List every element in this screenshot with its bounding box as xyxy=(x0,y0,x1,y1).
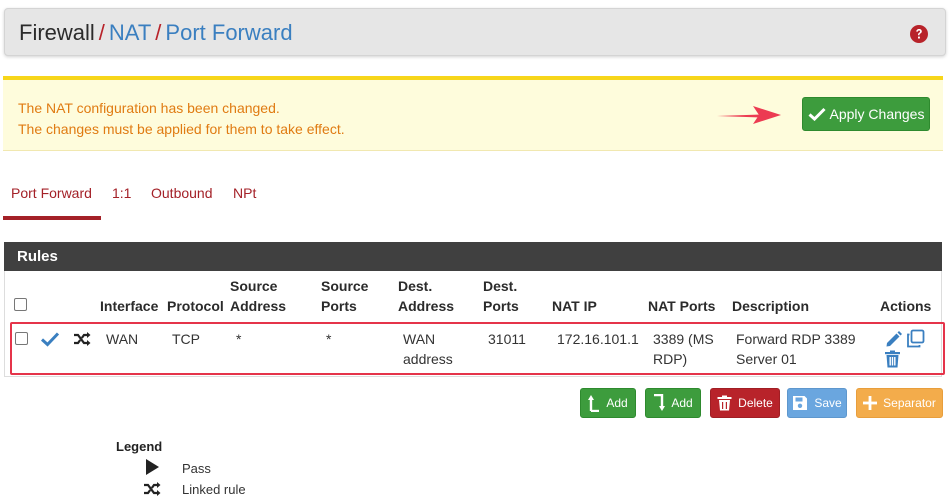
column-header-source-address-line2[interactable]: Address xyxy=(230,296,286,316)
delete-button[interactable]: Delete xyxy=(710,388,780,418)
plus-icon xyxy=(863,396,878,410)
rule-dest-ports: 31011 xyxy=(488,331,526,347)
row-select-checkbox[interactable] xyxy=(15,332,28,345)
add-to-top-button[interactable]: Add xyxy=(580,388,636,418)
legend-pass-label: Pass xyxy=(182,461,211,476)
column-header-dest-address-line2[interactable]: Address xyxy=(398,296,454,316)
rule-nat-ip: 172.16.101.1 xyxy=(557,331,639,347)
rule-source-ports: * xyxy=(326,331,332,347)
alert-message-line1: The NAT configuration has been changed. xyxy=(18,100,280,116)
check-icon xyxy=(808,107,826,121)
breadcrumb-separator: / xyxy=(155,20,162,45)
tab-npt[interactable]: NPt xyxy=(233,185,256,201)
add-separator-label: Separator xyxy=(883,396,936,410)
edit-pencil-icon[interactable] xyxy=(884,330,903,349)
legend-title: Legend xyxy=(116,439,163,454)
alert-message-line2: The changes must be applied for them to … xyxy=(18,121,345,137)
rule-protocol: TCP xyxy=(172,331,200,347)
apply-changes-label: Apply Changes xyxy=(829,106,925,122)
tab-port-forward[interactable]: Port Forward xyxy=(11,185,92,201)
column-header-interface[interactable]: Interface xyxy=(100,296,158,316)
arrow-down-icon xyxy=(654,394,666,411)
legend-linked-rule-label: Linked rule xyxy=(182,482,246,497)
trash-icon xyxy=(717,395,732,411)
delete-label: Delete xyxy=(738,396,773,410)
page-header: Firewall / NAT / Port Forward xyxy=(4,8,946,56)
breadcrumb-separator: / xyxy=(98,20,105,45)
save-label: Save xyxy=(814,396,842,410)
column-header-source-address-line1[interactable]: Source xyxy=(230,276,277,296)
save-button[interactable]: Save xyxy=(787,388,847,418)
breadcrumb-firewall: Firewall xyxy=(19,20,95,45)
tab-one-to-one[interactable]: 1:1 xyxy=(112,185,131,201)
column-header-source-ports-line2[interactable]: Ports xyxy=(321,296,357,316)
config-changed-alert: The NAT configuration has been changed. … xyxy=(3,76,943,151)
breadcrumb-nat-link[interactable]: NAT xyxy=(109,20,151,45)
rule-description-line1: Forward RDP 3389 xyxy=(736,331,856,347)
copy-icon[interactable] xyxy=(906,329,925,348)
rule-description-line2: Server 01 xyxy=(736,351,797,367)
red-arrow-icon xyxy=(717,106,781,124)
add-to-top-label: Add xyxy=(606,396,628,410)
linked-rule-shuffle-icon xyxy=(144,482,161,496)
breadcrumb-port-forward-link[interactable]: Port Forward xyxy=(165,20,292,45)
column-header-protocol[interactable]: Protocol xyxy=(167,296,224,316)
add-to-bottom-button[interactable]: Add xyxy=(645,388,701,418)
rule-interface: WAN xyxy=(106,331,139,347)
apply-changes-button[interactable]: Apply Changes xyxy=(802,97,930,131)
select-all-checkbox[interactable] xyxy=(14,298,27,311)
rule-nat-ports-line1: 3389 (MS xyxy=(653,331,714,347)
help-icon[interactable] xyxy=(909,24,929,44)
add-to-bottom-label: Add xyxy=(671,396,693,410)
rule-dest-address-line1: WAN xyxy=(403,331,436,347)
tab-outbound[interactable]: Outbound xyxy=(151,185,213,201)
column-header-dest-ports-line2[interactable]: Ports xyxy=(483,296,519,316)
active-tab-indicator xyxy=(3,216,101,220)
rule-dest-address-line2: address xyxy=(403,351,453,367)
rule-nat-ports-line2: RDP) xyxy=(653,351,688,367)
column-header-source-ports-line1[interactable]: Source xyxy=(321,276,368,296)
floppy-disk-icon xyxy=(793,396,808,410)
column-header-actions: Actions xyxy=(880,298,932,314)
enabled-check-icon[interactable] xyxy=(40,331,60,347)
column-header-nat-ip[interactable]: NAT IP xyxy=(552,296,597,316)
arrow-up-icon xyxy=(588,395,600,412)
add-separator-button[interactable]: Separator xyxy=(856,388,943,418)
delete-trash-icon[interactable] xyxy=(884,350,901,368)
column-header-nat-ports[interactable]: NAT Ports xyxy=(648,296,715,316)
pass-play-icon xyxy=(146,459,159,475)
linked-rule-shuffle-icon xyxy=(74,332,91,346)
rules-panel-title: Rules xyxy=(4,242,942,271)
breadcrumb: Firewall / NAT / Port Forward xyxy=(19,21,293,45)
column-header-dest-ports-line1[interactable]: Dest. xyxy=(483,276,517,296)
column-header-description[interactable]: Description xyxy=(732,296,809,316)
rule-source-address: * xyxy=(236,331,242,347)
column-header-dest-address-line1[interactable]: Dest. xyxy=(398,276,432,296)
